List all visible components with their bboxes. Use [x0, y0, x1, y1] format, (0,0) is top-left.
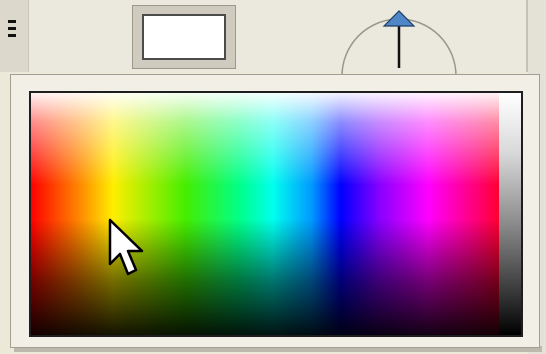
- grayscale-strip[interactable]: [499, 93, 521, 335]
- grip-icon: [8, 20, 16, 37]
- color-spectrum-field[interactable]: [29, 91, 523, 337]
- toolbar-grip[interactable]: [0, 0, 29, 72]
- screen: [0, 0, 546, 354]
- color-picker-popup: [10, 74, 540, 348]
- arrow-cursor-icon: [108, 218, 144, 276]
- color-swatch-button[interactable]: [132, 5, 236, 69]
- lightness-gradient: [31, 93, 515, 335]
- angle-dial-icon[interactable]: [338, 6, 460, 76]
- toolbar: [0, 0, 546, 76]
- color-swatch-icon: [142, 14, 226, 60]
